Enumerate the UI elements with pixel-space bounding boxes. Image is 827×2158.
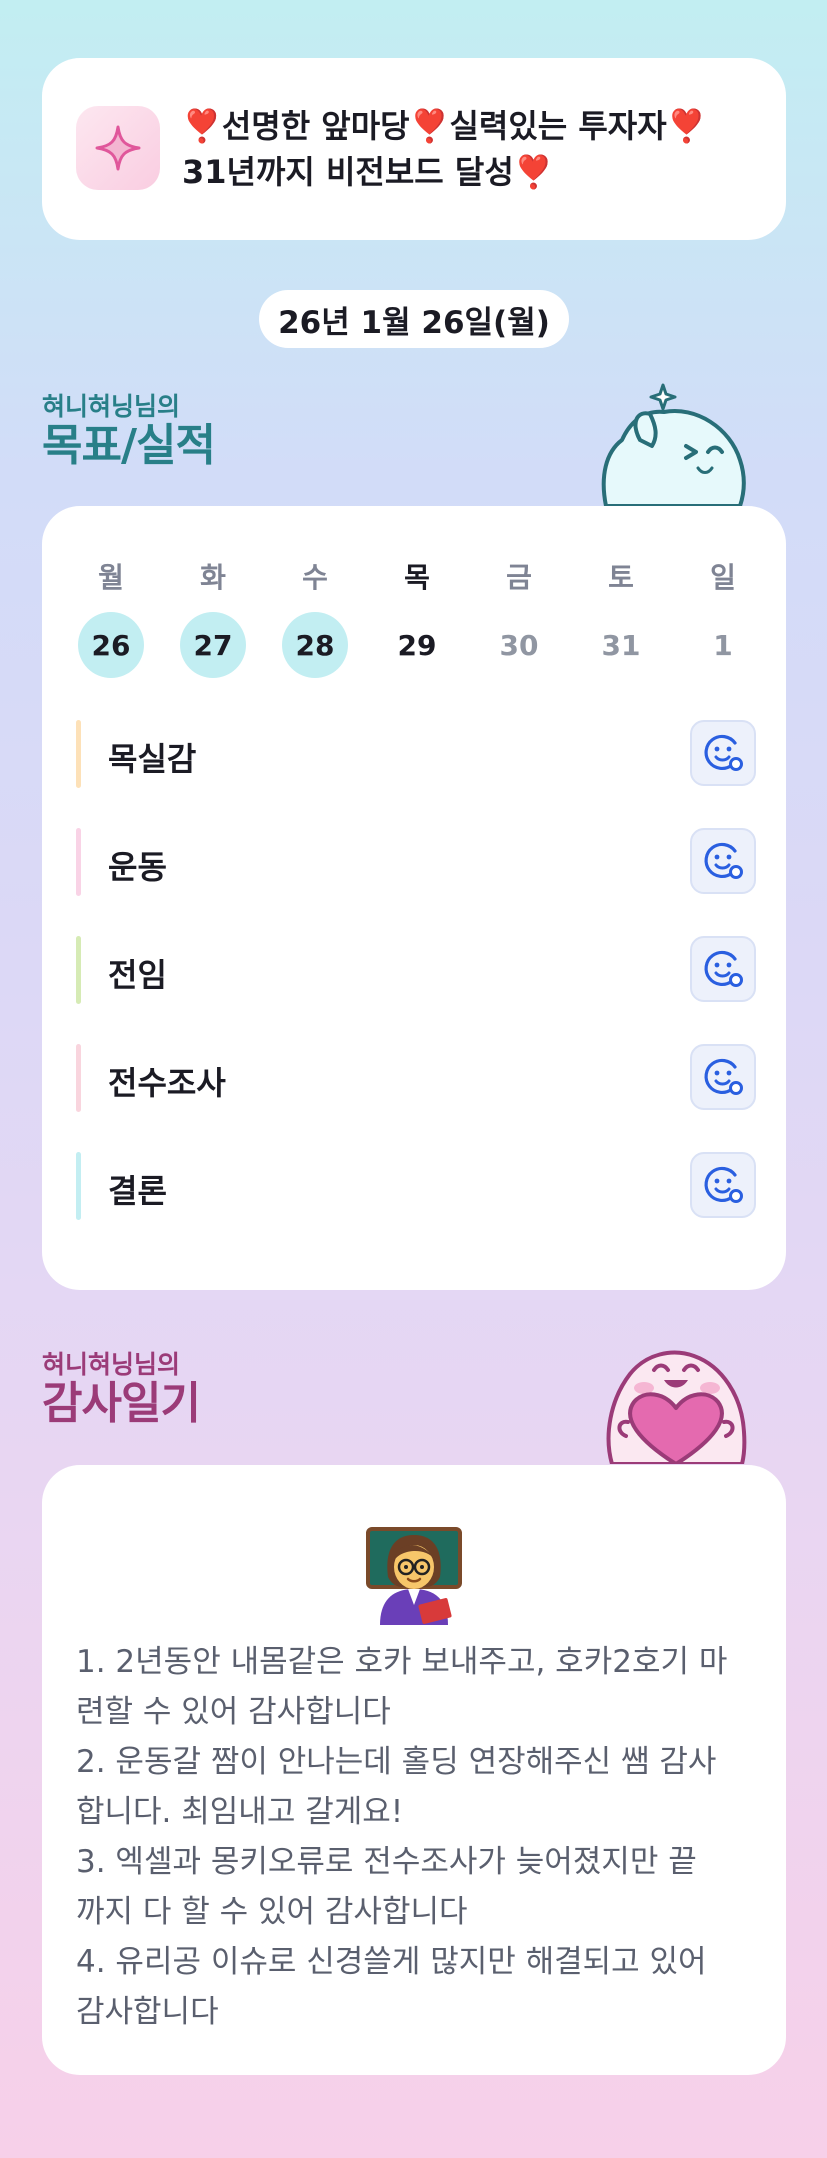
day-name: 월 — [98, 561, 124, 594]
goals-owner-label: 혀니혀닝님의 — [42, 392, 181, 421]
gratitude-text: 1. 2년동안 내몸같은 호카 보내주고, 호카2호기 마련할 수 있어 감사합… — [76, 1637, 766, 2037]
mascot-waving-illustration — [600, 380, 750, 508]
goal-row[interactable]: 운동 — [76, 828, 756, 896]
gratitude-line: 합니다. 최임내고 갈게요! — [76, 1794, 404, 1830]
vision-text: ❣️선명한 앞마당❣️실력있는 투자자❣️ 31년까지 비전보드 달성❣️ — [182, 103, 772, 195]
smile-check-icon[interactable] — [690, 1044, 756, 1110]
diary-header: 혀니혀닝님의 감사일기 — [42, 1350, 201, 1429]
goal-row[interactable]: 결론 — [76, 1152, 756, 1220]
goal-label: 전임 — [108, 956, 167, 994]
day-name: 토 — [608, 561, 634, 594]
day-name: 금 — [506, 561, 532, 594]
gratitude-line: 감사합니다 — [76, 1994, 219, 2030]
calendar-day[interactable]: 월 26 — [60, 556, 162, 678]
gratitude-line: 3. 엑셀과 몽키오류로 전수조사가 늦어졌지만 끝 — [76, 1844, 697, 1880]
goal-row[interactable]: 전수조사 — [76, 1044, 756, 1112]
calendar-day[interactable]: 수 28 — [264, 556, 366, 678]
smile-check-icon[interactable] — [690, 1152, 756, 1218]
goal-color-bar — [76, 1044, 81, 1112]
calendar-day[interactable]: 일1 — [672, 556, 774, 678]
goal-label: 결론 — [108, 1172, 167, 1210]
vision-card[interactable]: ❣️선명한 앞마당❣️실력있는 투자자❣️ 31년까지 비전보드 달성❣️ — [42, 58, 786, 240]
vision-line-1: ❣️선명한 앞마당❣️실력있는 투자자❣️ — [182, 107, 707, 145]
goal-color-bar — [76, 936, 81, 1004]
gratitude-line: 4. 유리공 이슈로 신경쓸게 많지만 해결되고 있어 — [76, 1944, 707, 1980]
day-number: 1 — [713, 628, 733, 662]
day-number: 26 — [78, 612, 144, 678]
week-calendar: 월 26 화 27 수 28 목 29 금 30 토 31 일 1 — [60, 556, 774, 678]
calendar-day[interactable]: 화 27 — [162, 556, 264, 678]
day-number: 30 — [499, 628, 539, 662]
day-number: 27 — [180, 612, 246, 678]
gratitude-diary-card[interactable]: 1. 2년동안 내몸같은 호카 보내주고, 호카2호기 마련할 수 있어 감사합… — [42, 1465, 786, 2075]
gratitude-line: 련할 수 있어 감사합니다 — [76, 1694, 391, 1730]
goals-header: 혀니혀닝님의 목표/실적 — [42, 392, 216, 471]
goals-title: 목표/실적 — [42, 420, 216, 471]
goal-color-bar — [76, 828, 81, 896]
teacher-emoji — [364, 1525, 464, 1625]
goal-row[interactable]: 전임 — [76, 936, 756, 1004]
sparkle-icon — [76, 106, 160, 190]
gratitude-line: 1. 2년동안 내몸같은 호카 보내주고, 호카2호기 마 — [76, 1644, 728, 1680]
gratitude-line: 2. 운동갈 짬이 안나는데 홀딩 연장해주신 쌤 감사 — [76, 1744, 717, 1780]
mascot-heart-illustration — [598, 1340, 754, 1466]
goal-row[interactable]: 목실감 — [76, 720, 756, 788]
day-name: 수 — [302, 561, 328, 594]
diary-title: 감사일기 — [42, 1378, 201, 1429]
day-name: 화 — [200, 561, 226, 594]
day-name: 일 — [710, 561, 736, 594]
smile-check-icon[interactable] — [690, 936, 756, 1002]
goal-color-bar — [76, 720, 81, 788]
smile-check-icon[interactable] — [690, 828, 756, 894]
diary-owner-label: 혀니혀닝님의 — [42, 1350, 181, 1379]
day-name: 목 — [404, 561, 430, 594]
goals-card: 월 26 화 27 수 28 목 29 금 30 토 31 일 1 목실감 운동 전임 전수조사 결론 — [42, 506, 786, 1290]
smile-check-icon[interactable] — [690, 720, 756, 786]
vision-line-2: 31년까지 비전보드 달성❣️ — [182, 153, 554, 191]
day-number: 29 — [397, 628, 437, 662]
goal-label: 전수조사 — [108, 1064, 226, 1102]
gratitude-line: 까지 다 할 수 있어 감사합니다 — [76, 1894, 468, 1930]
calendar-day[interactable]: 목 29 — [366, 556, 468, 678]
goal-label: 목실감 — [108, 740, 197, 778]
day-number: 31 — [601, 628, 641, 662]
day-number: 28 — [282, 612, 348, 678]
calendar-day[interactable]: 금 30 — [468, 556, 570, 678]
goal-label: 운동 — [108, 848, 167, 886]
goal-color-bar — [76, 1152, 81, 1220]
date-selector[interactable]: 26년 1월 26일(월) — [259, 290, 569, 348]
calendar-day[interactable]: 토 31 — [570, 556, 672, 678]
